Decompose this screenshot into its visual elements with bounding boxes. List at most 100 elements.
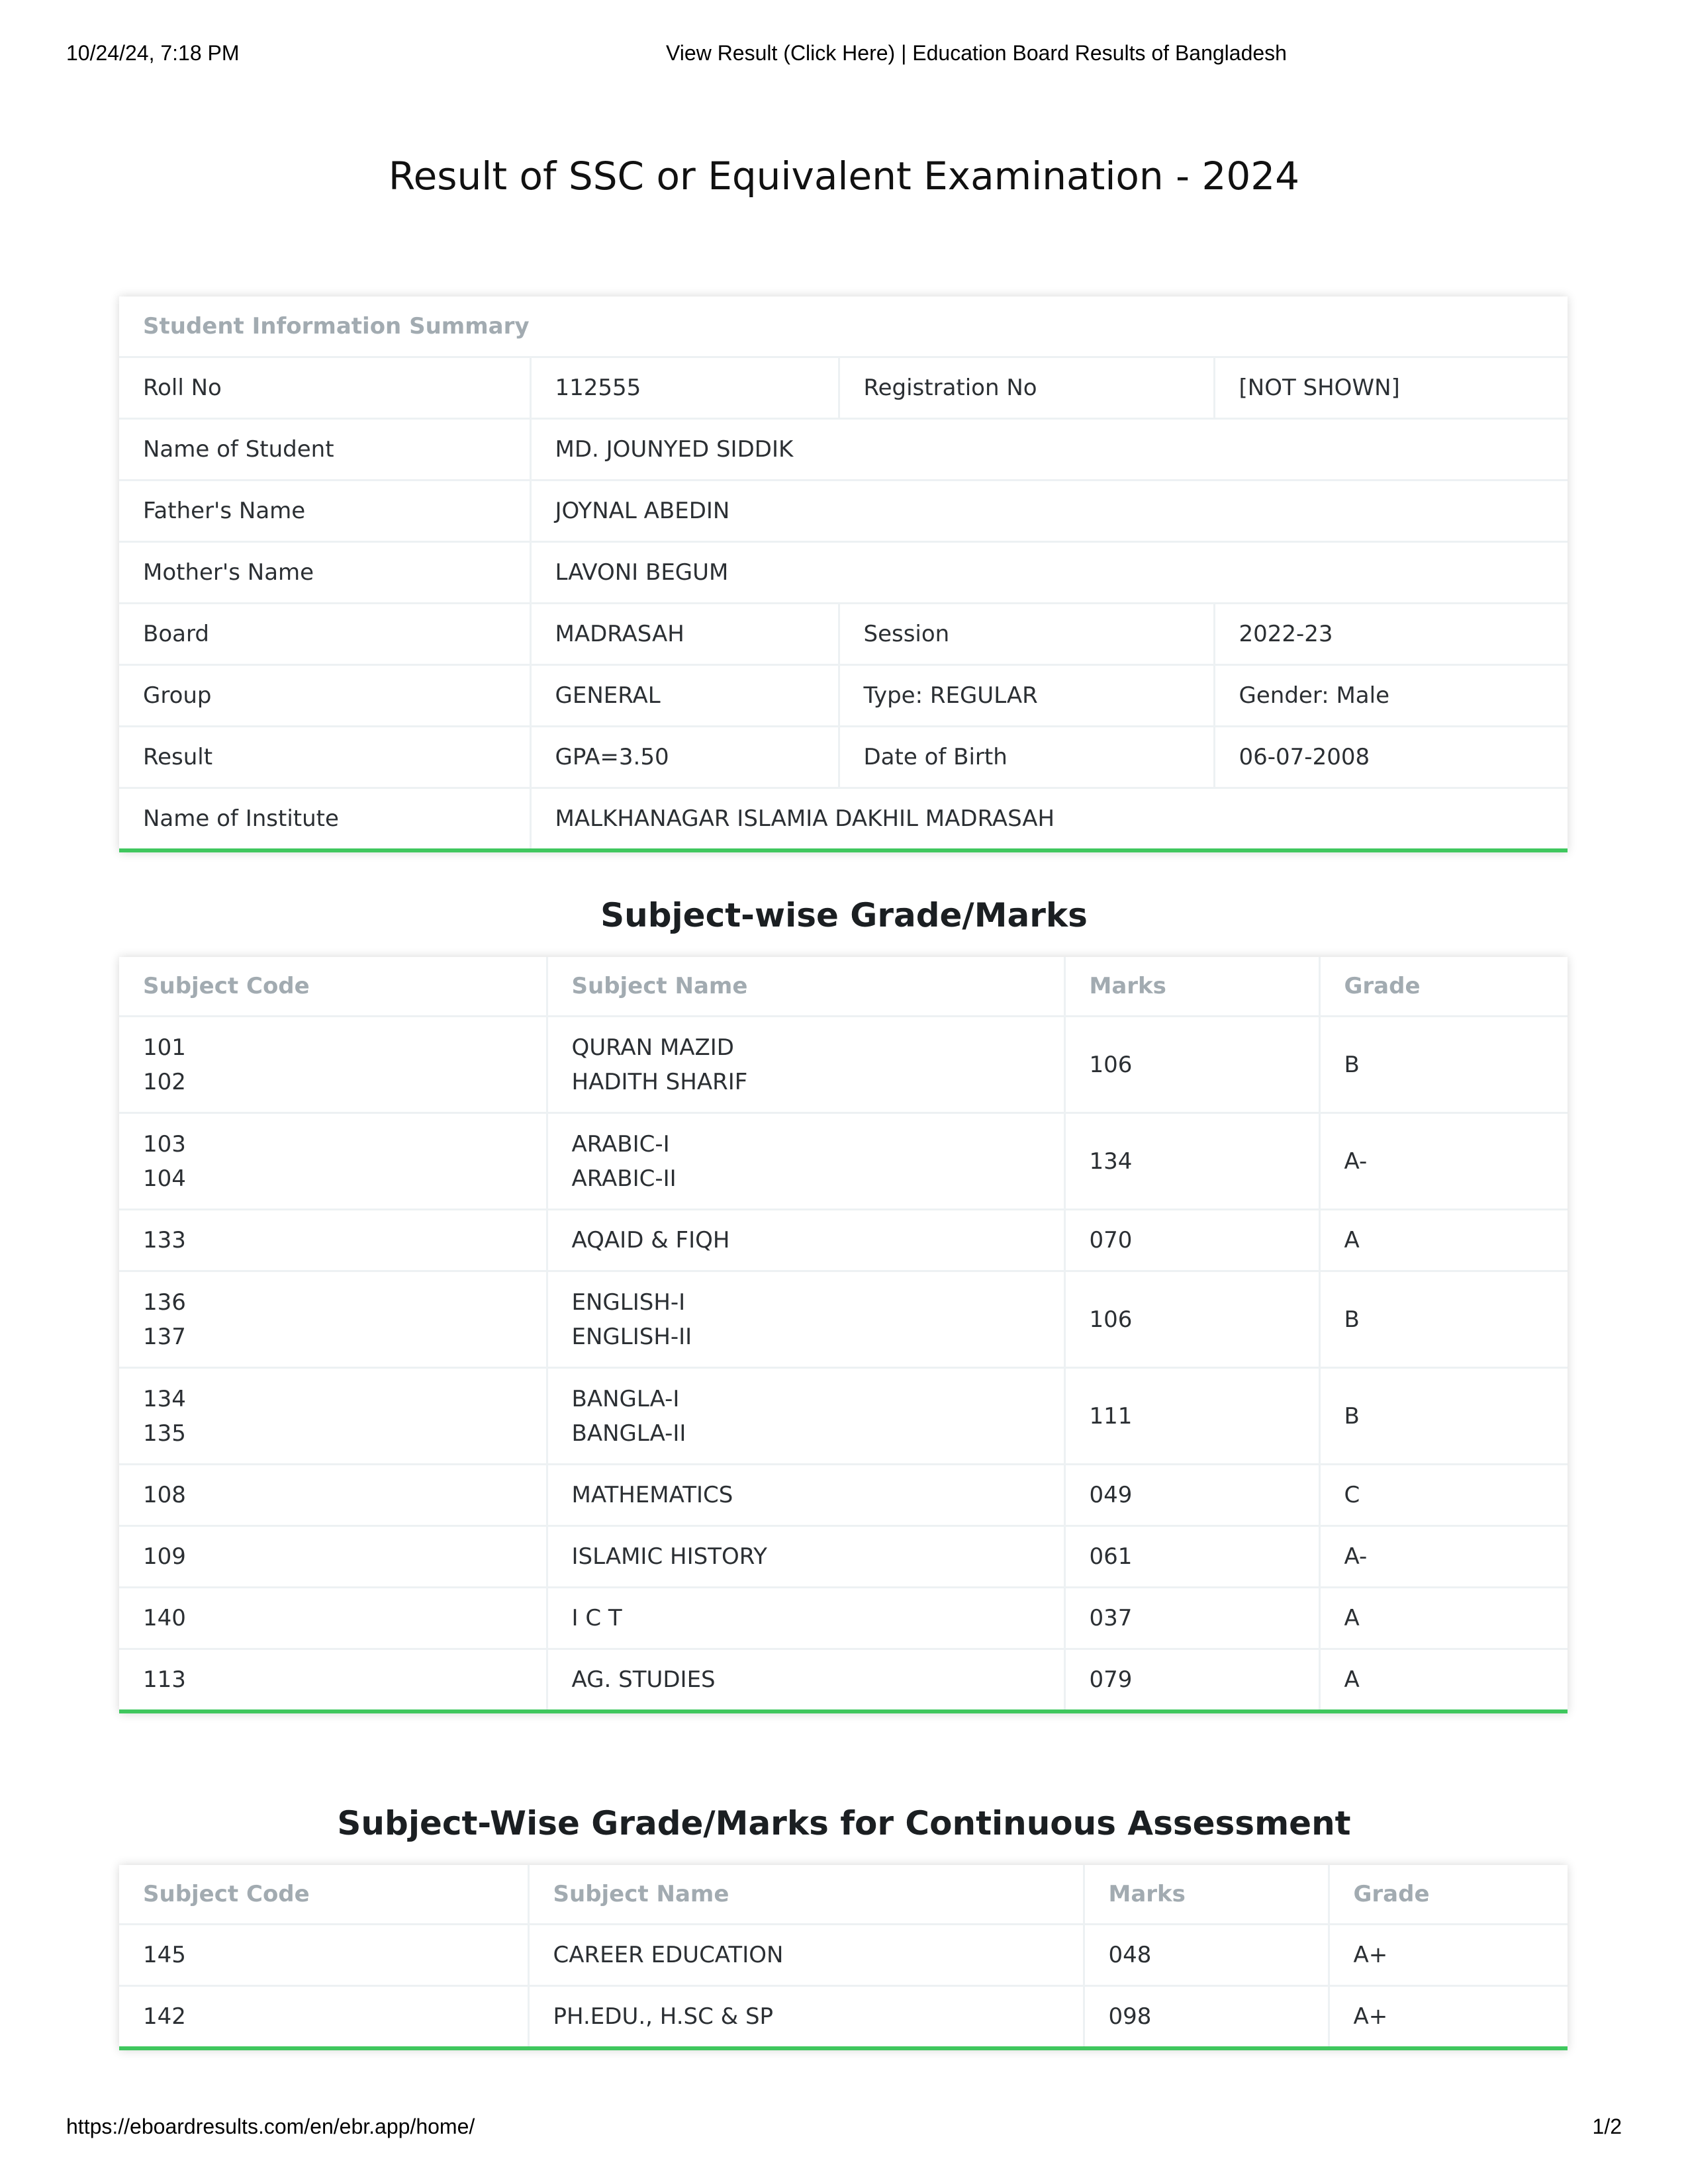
subject-grade: A [1318, 1648, 1568, 1709]
subject-code: 109 [119, 1525, 547, 1588]
subject-name: ENGLISH-I ENGLISH-II [545, 1270, 1064, 1368]
registration-value: [NOT SHOWN] [1213, 356, 1568, 419]
subject-grade: A- [1318, 1112, 1568, 1210]
info-row: Result GPA=3.50 Date of Birth 06-07-2008 [119, 725, 1568, 788]
subject-code: 136 137 [119, 1270, 547, 1368]
column-header: Subject Code [143, 973, 310, 999]
subjects-card: Subject Code Subject Name Marks Grade 10… [119, 957, 1568, 1713]
subject-grade: B [1318, 1270, 1568, 1368]
roll-value: 112555 [529, 356, 839, 419]
dob-label: Date of Birth [837, 725, 1214, 788]
subject-code: 108 [119, 1463, 547, 1526]
subject-marks: 037 [1063, 1586, 1319, 1649]
session-value: 2022-23 [1213, 602, 1568, 665]
subject-name: MATHEMATICS [545, 1463, 1064, 1526]
subject-marks: 049 [1063, 1463, 1319, 1526]
subjects-heading: Subject-wise Grade/Marks [600, 896, 1088, 934]
page-title: Result of SSC or Equivalent Examination … [388, 154, 1300, 199]
info-row: Roll No 112555 Registration No [NOT SHOW… [119, 356, 1568, 419]
result-value: GPA=3.50 [529, 725, 839, 788]
subject-grade: A [1318, 1586, 1568, 1649]
info-row: Board MADRASAH Session 2022-23 [119, 602, 1568, 665]
institute-label: Name of Institute [119, 787, 530, 848]
subject-code: 133 [119, 1208, 547, 1271]
continuous-heading: Subject-Wise Grade/Marks for Continuous … [337, 1804, 1351, 1843]
subject-grade: A- [1318, 1525, 1568, 1588]
subject-code: 134 135 [119, 1367, 547, 1465]
subject-marks: 070 [1063, 1208, 1319, 1271]
father-name-label: Father's Name [119, 479, 530, 542]
print-url: https://eboardresults.com/en/ebr.app/hom… [66, 2115, 475, 2138]
subject-code: 142 [119, 1985, 528, 2046]
subject-marks: 111 [1063, 1367, 1319, 1465]
continuous-table: Subject Code Subject Name Marks Grade 14… [119, 1865, 1568, 2046]
subject-name: I C T [545, 1586, 1064, 1649]
column-header: Marks [1082, 1865, 1329, 1925]
subject-code: 101 102 [119, 1015, 547, 1113]
info-row: Name of Student MD. JOUNYED SIDDIK [119, 418, 1568, 480]
mother-name-label: Mother's Name [119, 541, 530, 604]
subject-code: 113 [119, 1648, 547, 1709]
info-row: Group GENERAL Type: REGULAR Gender: Male [119, 664, 1568, 727]
column-header: Grade [1327, 1865, 1568, 1925]
table-row: 140 I C T 037 A [119, 1586, 1568, 1649]
subject-name: AG. STUDIES [545, 1648, 1064, 1709]
student-name-label: Name of Student [119, 418, 530, 480]
print-header: 10/24/24, 7:18 PM View Result (Click Her… [0, 41, 1688, 74]
student-info-table: Student Information Summary Roll No 1125… [119, 296, 1568, 848]
subject-marks: 098 [1082, 1985, 1329, 2046]
subject-grade: A+ [1327, 1985, 1568, 2046]
subject-grade: B [1318, 1367, 1568, 1465]
subject-code: 103 104 [119, 1112, 547, 1210]
table-row: 103 104 ARABIC-I ARABIC-II 134 A- [119, 1112, 1568, 1210]
table-row: 136 137 ENGLISH-I ENGLISH-II 106 B [119, 1270, 1568, 1368]
print-page-number: 1/2 [1592, 2115, 1622, 2138]
subject-marks: 106 [1063, 1270, 1319, 1368]
subject-name: QURAN MAZID HADITH SHARIF [545, 1015, 1064, 1113]
session-label: Session [837, 602, 1214, 665]
table-row: 142 PH.EDU., H.SC & SP 098 A+ [119, 1985, 1568, 2046]
subject-marks: 048 [1082, 1923, 1329, 1986]
info-row: Father's Name JOYNAL ABEDIN [119, 479, 1568, 542]
subject-grade: A [1318, 1208, 1568, 1271]
subject-name: CAREER EDUCATION [527, 1923, 1084, 1986]
type-value: Type: REGULAR [837, 664, 1214, 727]
table-row: 133 AQAID & FIQH 070 A [119, 1208, 1568, 1271]
table-row: 101 102 QURAN MAZID HADITH SHARIF 106 B [119, 1015, 1568, 1113]
subject-marks: 061 [1063, 1525, 1319, 1588]
table-row: 108 MATHEMATICS 049 C [119, 1463, 1568, 1526]
subject-marks: 079 [1063, 1648, 1319, 1709]
subjects-header-row: Subject Code Subject Name Marks Grade [119, 957, 1568, 1017]
column-header: Subject Name [545, 957, 1064, 1017]
group-value: GENERAL [529, 664, 839, 727]
column-header: Subject Code [143, 1881, 310, 1907]
roll-label: Roll No [119, 356, 530, 419]
student-name-value: MD. JOUNYED SIDDIK [529, 418, 1568, 480]
print-footer: https://eboardresults.com/en/ebr.app/hom… [0, 2115, 1688, 2148]
summary-heading: Student Information Summary [143, 313, 530, 340]
board-value: MADRASAH [529, 602, 839, 665]
continuous-header-row: Subject Code Subject Name Marks Grade [119, 1865, 1568, 1925]
print-page-title: View Result (Click Here) | Education Boa… [666, 41, 1287, 65]
subject-marks: 134 [1063, 1112, 1319, 1210]
table-row: 134 135 BANGLA-I BANGLA-II 111 B [119, 1367, 1568, 1465]
column-header: Grade [1318, 957, 1568, 1017]
subject-grade: A+ [1327, 1923, 1568, 1986]
father-name-value: JOYNAL ABEDIN [529, 479, 1568, 542]
info-row: Mother's Name LAVONI BEGUM [119, 541, 1568, 604]
subject-name: ARABIC-I ARABIC-II [545, 1112, 1064, 1210]
group-label: Group [119, 664, 530, 727]
registration-label: Registration No [837, 356, 1214, 419]
board-label: Board [119, 602, 530, 665]
gender-value: Gender: Male [1213, 664, 1568, 727]
subject-code: 140 [119, 1586, 547, 1649]
subject-name: AQAID & FIQH [545, 1208, 1064, 1271]
subject-grade: B [1318, 1015, 1568, 1113]
subject-marks: 106 [1063, 1015, 1319, 1113]
column-header: Subject Name [527, 1865, 1084, 1925]
continuous-card: Subject Code Subject Name Marks Grade 14… [119, 1865, 1568, 2050]
info-row: Name of Institute MALKHANAGAR ISLAMIA DA… [119, 787, 1568, 848]
subject-name: PH.EDU., H.SC & SP [527, 1985, 1084, 2046]
mother-name-value: LAVONI BEGUM [529, 541, 1568, 604]
dob-value: 06-07-2008 [1213, 725, 1568, 788]
